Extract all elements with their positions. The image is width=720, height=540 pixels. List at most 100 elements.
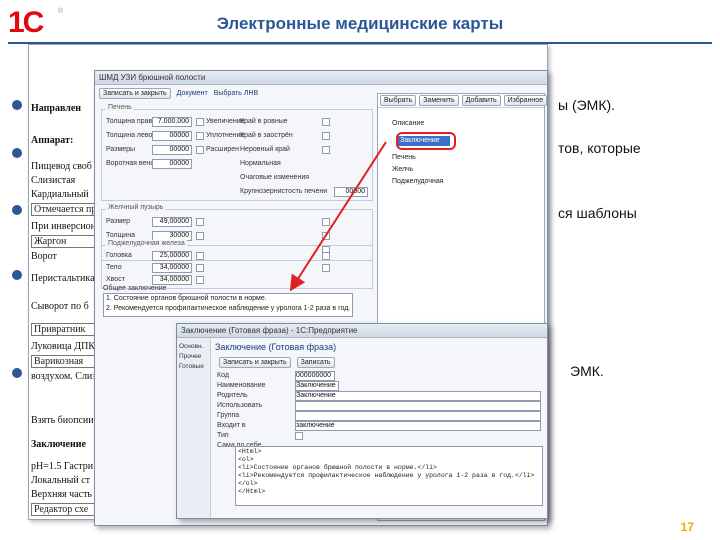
field-label: Использовать (217, 402, 263, 409)
doc-field[interactable]: Жаргон (31, 235, 97, 248)
text-line: <ol> (238, 456, 254, 463)
conclusion-label: Общее заключение (103, 285, 167, 292)
save-button[interactable]: Записать (296, 356, 335, 368)
replace-button[interactable]: Заменить (419, 95, 459, 106)
number-field[interactable]: 00000 (152, 159, 192, 169)
bullet-icon (12, 148, 22, 158)
liver-group: Печень Толщина правой Толщина левой Разм… (101, 104, 373, 201)
add-button[interactable]: Добавить (461, 95, 501, 106)
bullet-icon (12, 100, 22, 110)
group-field[interactable] (295, 411, 541, 421)
bullet-text: тов, которые (558, 140, 641, 156)
ready-phrase-window: Заключение (Готовая фраза) - 1С:Предприя… (176, 323, 548, 519)
code-field[interactable]: 000000000 (295, 371, 335, 381)
doc-field[interactable]: Варикозная (31, 355, 97, 368)
parent-field[interactable]: Заключение (295, 391, 541, 401)
field-label: Родитель (217, 392, 248, 399)
favorites-button[interactable]: Избранное (503, 95, 547, 106)
pancreas-group: Поджелудочная железа Головка Тело Хвост … (101, 240, 373, 289)
window-title: Заключение (Готовая фраза) - 1С:Предприя… (177, 324, 547, 338)
number-field[interactable]: 34,00000 (152, 275, 192, 285)
doc-line: Перистальтика (31, 273, 95, 284)
tree-item[interactable]: Желчь (392, 166, 413, 173)
select-button[interactable]: Выбрать (380, 95, 417, 106)
doc-field[interactable]: Привратник (31, 323, 97, 336)
sidebar-item[interactable]: Готовые (179, 362, 208, 372)
bullet-icon (12, 368, 22, 378)
field-label: Группа (217, 412, 240, 419)
checkbox[interactable] (196, 132, 204, 140)
doc-line: Слизистая (31, 175, 76, 186)
field-label: Увеличение (206, 118, 245, 125)
sidebar-item[interactable]: Основн. (179, 342, 208, 352)
checkbox[interactable] (196, 218, 204, 226)
number-field[interactable]: 7.000.000 (152, 117, 192, 127)
conclusion-line: 1. Состояние органов брюшной полости в н… (106, 295, 267, 302)
field-label: Воротная вена (106, 160, 155, 167)
name-field[interactable]: Заключение (295, 381, 339, 391)
save-close-button[interactable]: Записать и закрыть (219, 356, 291, 368)
number-field[interactable]: 25,00000 (152, 251, 192, 261)
field-label: Размеры (106, 146, 136, 153)
form2-heading: Заключение (Готовая фраза) (215, 342, 337, 352)
checkbox[interactable] (322, 218, 330, 226)
number-field[interactable]: 00000 (152, 145, 192, 155)
doc-line: рН=1.5 Гастри (31, 461, 94, 472)
checkbox[interactable] (322, 264, 330, 272)
checkbox[interactable] (196, 232, 204, 240)
checkbox[interactable] (196, 252, 204, 260)
use-field[interactable] (295, 401, 541, 411)
document-button[interactable]: Документ (177, 90, 208, 97)
checkbox[interactable] (196, 118, 204, 126)
slide-title: Электронные медицинские карты (216, 14, 504, 33)
checkbox[interactable] (196, 146, 204, 154)
checkbox[interactable] (322, 146, 330, 154)
text-line: <Html> (238, 448, 262, 455)
number-field[interactable]: 34,00000 (152, 263, 192, 273)
phrase-html-text[interactable]: <Html> <ol> <li>Состояние органов брюшно… (235, 446, 543, 506)
text-line: </ol> (238, 480, 258, 487)
field-label: Тип (217, 432, 229, 439)
doc-line: Кардиальный (31, 189, 89, 200)
checkbox[interactable] (322, 252, 330, 260)
doc-field[interactable]: Отмечается пр (31, 203, 97, 216)
doc-line: Пищевод своб (31, 161, 92, 172)
bullet-text: ся шаблоны (558, 205, 637, 221)
field-label: Край в ровные (240, 118, 288, 125)
field-label: Хвост (106, 276, 125, 283)
template-button[interactable]: Выбрать ЛНВ (214, 90, 258, 97)
checkbox[interactable] (196, 276, 204, 284)
number-field[interactable]: 00000 (152, 131, 192, 141)
field-label: Очаговые изменения (240, 174, 310, 181)
checkbox[interactable] (295, 432, 303, 440)
doc-line: Верхняя часть (31, 489, 92, 500)
includes-field[interactable]: заключение (295, 421, 541, 431)
group-title: Желчный пузырь (106, 204, 166, 211)
text-line: <li>Рекомендуется профилактическое наблю… (238, 472, 535, 479)
doc-line: Аппарат: (31, 135, 74, 146)
tree-item[interactable]: Печень (392, 154, 416, 161)
checkbox[interactable] (322, 132, 330, 140)
sidebar-item[interactable]: Прочее (179, 352, 208, 362)
conclusion-text-area[interactable]: 1. Состояние органов брюшной полости в н… (103, 293, 353, 317)
field-label: Крупнозернистость печени (240, 188, 328, 195)
number-field[interactable]: 00000 (334, 187, 368, 197)
tree-item[interactable]: Описание (392, 120, 424, 127)
doc-line: воздухом. Слиз (31, 371, 97, 382)
doc-line: Сыворот по б (31, 301, 89, 312)
tree-item[interactable]: Поджелудочная (392, 178, 444, 185)
doc-line: Направлен (31, 103, 82, 114)
form2-sidebar: Основн. Прочее Готовые (177, 338, 211, 518)
checkbox[interactable] (322, 232, 330, 240)
doc-line: Заключение (31, 439, 86, 450)
bullet-text: ы (ЭМК). (558, 97, 616, 113)
save-close-button[interactable]: Записать и закрыть (99, 87, 171, 99)
checkbox[interactable] (196, 264, 204, 272)
number-field[interactable]: 49,00000 (152, 217, 192, 227)
text-line: <li>Состояние органов брюшной полости в … (238, 464, 437, 471)
checkbox[interactable] (322, 118, 330, 126)
tree-toolbar: Выбрать Заменить Добавить Избранное (378, 94, 547, 108)
conclusion-line: 2. Рекомендуется профилактическое наблюд… (106, 305, 351, 312)
field-label: Тело (106, 264, 122, 271)
field-label: Размер (106, 218, 131, 225)
